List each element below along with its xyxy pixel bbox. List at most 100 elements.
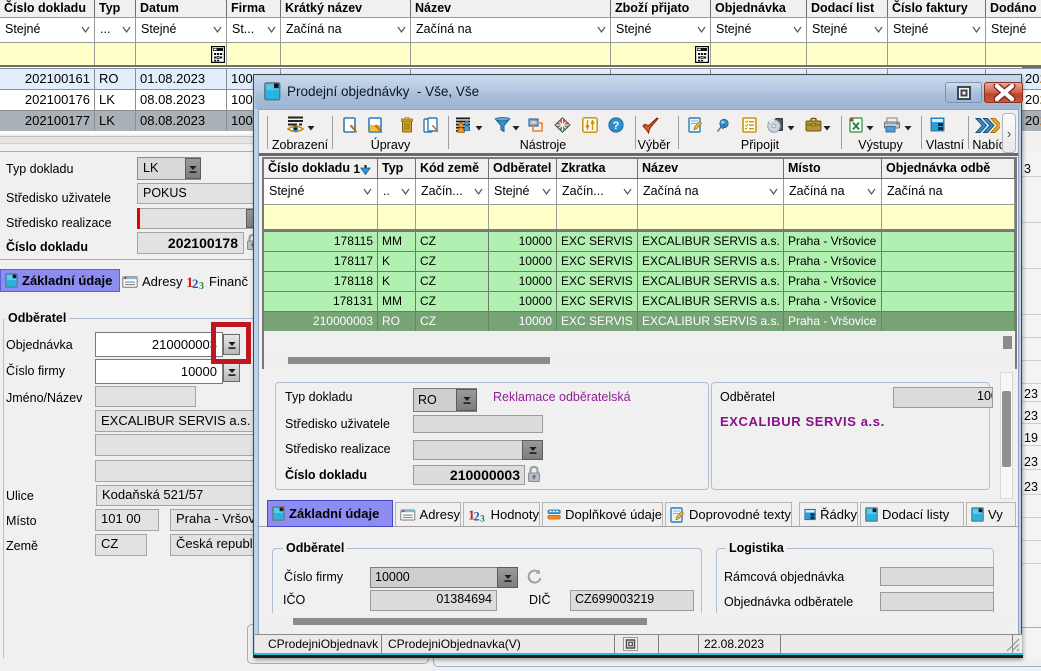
dlg-quickfilter-cell[interactable] bbox=[557, 204, 638, 229]
caret-down-icon[interactable] bbox=[475, 125, 483, 131]
dlg-column-header[interactable]: Kód země bbox=[416, 159, 489, 179]
bg-column-header[interactable]: Číslo dokladu bbox=[0, 0, 95, 17]
bg-quickfilter-cell[interactable] bbox=[611, 42, 711, 66]
dlg-filter-cell[interactable]: .. bbox=[378, 179, 416, 204]
dlg-grid-row[interactable]: 178131MMCZ10000EXC SERVISEXCALIBUR SERVI… bbox=[264, 291, 1015, 311]
dlg-column-header[interactable]: Objednávka odbě bbox=[882, 159, 1015, 179]
typ-dokladu-spinner[interactable] bbox=[185, 158, 201, 179]
bg-filter-cell[interactable]: ... bbox=[95, 17, 136, 42]
dlg-quickfilter-cell[interactable] bbox=[784, 204, 882, 229]
dialog-tab-7[interactable]: Vy bbox=[966, 502, 1016, 526]
new-button[interactable] bbox=[343, 117, 358, 133]
select-button[interactable] bbox=[641, 117, 660, 134]
dlg-column-header[interactable]: Název bbox=[638, 159, 784, 179]
dlg-filter-cell[interactable]: Stejné bbox=[264, 179, 378, 204]
detail-stredisko-uzivatele-field[interactable] bbox=[413, 415, 543, 433]
dlg-grid-row[interactable]: 178117KCZ10000EXC SERVISEXCALIBUR SERVIS… bbox=[264, 251, 1015, 271]
ulice-field[interactable]: Kodaňská 521/57 bbox=[96, 485, 256, 506]
dlg-filter-cell[interactable]: Začín... bbox=[557, 179, 638, 204]
bg-filter-cell[interactable]: Začíná na bbox=[281, 17, 411, 42]
dlg-grid-row[interactable]: 178115MMCZ10000EXC SERVISEXCALIBUR SERVI… bbox=[264, 231, 1015, 251]
help-button[interactable]: ? bbox=[608, 117, 624, 133]
dialog-tab-4[interactable]: Doprovodné texty bbox=[665, 502, 792, 526]
caret-down-icon[interactable] bbox=[823, 125, 831, 131]
content-horizontal-scrollbar[interactable] bbox=[262, 615, 1014, 628]
bg-filter-cell[interactable]: Stejné bbox=[0, 17, 95, 42]
content-ico-field[interactable]: 01384694 bbox=[370, 590, 497, 611]
caret-down-icon[interactable] bbox=[866, 125, 874, 131]
dlg-quickfilter-cell[interactable] bbox=[378, 204, 416, 229]
statusbar-resize-grip[interactable] bbox=[1006, 638, 1020, 652]
bg-column-header[interactable]: Firma bbox=[227, 0, 281, 17]
dialog-tab-1[interactable]: Adresy bbox=[395, 502, 461, 526]
bg-quickfilter-cell[interactable] bbox=[136, 42, 227, 66]
close-button[interactable] bbox=[984, 82, 1023, 103]
custom-button[interactable] bbox=[930, 117, 945, 132]
zeme-kod-field[interactable]: CZ bbox=[95, 534, 147, 556]
bg-column-header[interactable]: Krátký název bbox=[281, 0, 411, 17]
dlg-filter-cell[interactable]: Začíná na bbox=[882, 179, 1015, 204]
dlg-column-header[interactable]: Typ bbox=[378, 159, 416, 179]
briefcase-button[interactable] bbox=[805, 117, 822, 132]
bg-filter-cell[interactable]: Stejné bbox=[711, 17, 807, 42]
content-dic-field[interactable]: CZ699003219 bbox=[570, 590, 694, 611]
bg-filter-cell[interactable]: Stejné bbox=[136, 17, 227, 42]
dlg-filter-cell[interactable]: Začíná na bbox=[784, 179, 882, 204]
detail-vertical-scrollbar[interactable] bbox=[1000, 372, 1013, 499]
sphere-button[interactable] bbox=[554, 117, 571, 133]
bg-filter-cell[interactable]: Stejné bbox=[986, 17, 1041, 42]
bg-column-header[interactable]: Datum bbox=[136, 0, 227, 17]
objects-button[interactable] bbox=[527, 117, 543, 132]
zeme-nazev-field[interactable]: Česká republik bbox=[170, 534, 256, 556]
bg-filter-cell[interactable]: Stejné bbox=[807, 17, 888, 42]
objednavka-field[interactable]: 210000003 bbox=[95, 332, 223, 357]
bg-quickfilter-cell[interactable] bbox=[281, 42, 411, 66]
dialog-titlebar[interactable]: Prodejní objednávky - Vše, Vše bbox=[255, 76, 1020, 109]
caret-down-icon[interactable] bbox=[787, 125, 795, 131]
bg-tab-financni[interactable]: 123Finanč bbox=[186, 270, 256, 293]
dlg-column-header[interactable]: Číslo dokladu1 bbox=[264, 159, 378, 179]
delete-button[interactable] bbox=[400, 117, 414, 133]
bg-filter-cell[interactable]: Začíná na bbox=[411, 17, 611, 42]
content-objednavka-odb-field[interactable] bbox=[880, 592, 994, 611]
bg-column-header[interactable]: Název bbox=[411, 0, 611, 17]
dlg-quickfilter-cell[interactable] bbox=[416, 204, 489, 229]
content-cislo-firmy-spinner[interactable] bbox=[497, 567, 518, 588]
dialog-tab-6[interactable]: Dodací listy bbox=[860, 502, 964, 526]
caret-down-icon[interactable] bbox=[307, 125, 315, 131]
bg-column-header[interactable]: Dodací list bbox=[807, 0, 888, 17]
print-button[interactable] bbox=[883, 117, 901, 133]
bg-filter-cell[interactable]: Stejné bbox=[888, 17, 986, 42]
nazev2-field[interactable] bbox=[95, 434, 256, 456]
dlg-quickfilter-cell[interactable] bbox=[489, 204, 557, 229]
filter-button[interactable] bbox=[494, 117, 511, 133]
bg-filter-cell[interactable]: St... bbox=[227, 17, 281, 42]
menu-button[interactable] bbox=[975, 117, 1000, 134]
jmeno-nazev-field[interactable] bbox=[95, 386, 196, 407]
bg-column-header[interactable]: Zboží přijato bbox=[611, 0, 711, 17]
view-table-button[interactable] bbox=[455, 117, 472, 133]
bg-quickfilter-cell[interactable] bbox=[95, 42, 136, 66]
dlg-quickfilter-cell[interactable] bbox=[264, 204, 378, 229]
bg-tab-adresy[interactable]: Adresy bbox=[122, 270, 184, 293]
cislo-firmy-field[interactable]: 10000 bbox=[95, 359, 223, 384]
bg-quickfilter-cell[interactable] bbox=[711, 42, 807, 66]
bg-column-header[interactable]: Objednávka bbox=[711, 0, 807, 17]
detail-cislo-dokladu-field[interactable]: 210000003 bbox=[413, 465, 525, 485]
detail-typ-spinner[interactable] bbox=[456, 389, 477, 411]
bg-tab-zakladni-udaje[interactable]: Základní údaje bbox=[0, 269, 120, 292]
bg-filter-cell[interactable]: Stejné bbox=[611, 17, 711, 42]
media-button[interactable] bbox=[767, 117, 784, 133]
bg-quickfilter-cell[interactable] bbox=[888, 42, 986, 66]
dlg-grid-hscroll-thumb[interactable] bbox=[288, 357, 550, 364]
dlg-filter-cell[interactable]: Začín... bbox=[416, 179, 489, 204]
bg-quickfilter-cell[interactable] bbox=[411, 42, 611, 66]
nazev3-field[interactable] bbox=[95, 460, 256, 482]
dlg-column-header[interactable]: Zkratka bbox=[557, 159, 638, 179]
stredisko-uzivatele-field[interactable]: POKUS bbox=[137, 183, 256, 204]
edit-button[interactable] bbox=[368, 117, 383, 133]
bg-quickfilter-cell[interactable] bbox=[807, 42, 888, 66]
dialog-tab-5[interactable]: Řádky bbox=[799, 502, 858, 526]
bg-quickfilter-cell[interactable] bbox=[0, 42, 95, 66]
psc-field[interactable]: 101 00 bbox=[95, 509, 159, 531]
